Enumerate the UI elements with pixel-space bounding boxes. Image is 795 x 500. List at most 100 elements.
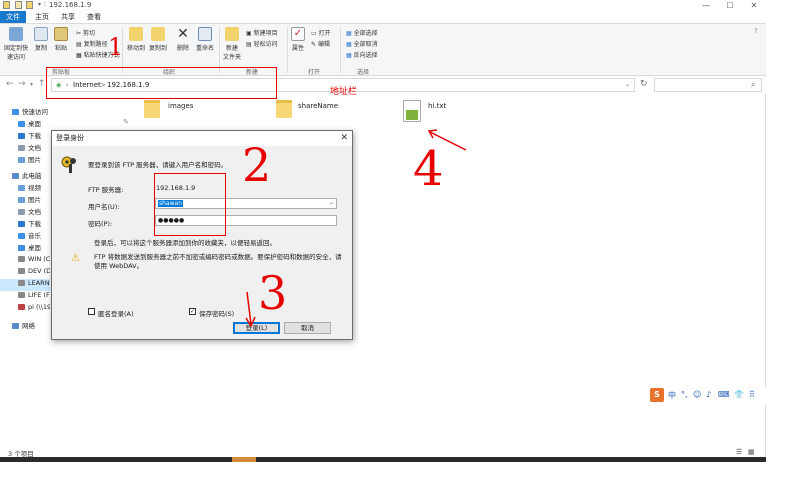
nav-item[interactable]: 此电脑: [0, 170, 50, 182]
new-folder-quick-icon[interactable]: [26, 1, 33, 9]
skin-icon[interactable]: 👕: [734, 390, 744, 399]
voice-icon[interactable]: ♪: [706, 390, 711, 399]
nav-item-label: 文档: [28, 208, 41, 216]
scissors-icon: ✂: [76, 30, 83, 37]
new-item-button[interactable]: ▣ 新建项目: [246, 28, 278, 37]
nav-item[interactable]: 图片: [0, 194, 50, 206]
tab-home[interactable]: 主页: [29, 11, 55, 23]
refresh-icon[interactable]: ↻: [640, 79, 648, 89]
copy-to-button[interactable]: 复制到: [148, 27, 168, 52]
file-item-sharename[interactable]: [276, 100, 292, 118]
properties-button[interactable]: ✓ 属性: [290, 27, 306, 52]
nav-item[interactable]: 下载: [0, 218, 50, 230]
quick-access-dropdown-icon[interactable]: ▾: [38, 1, 41, 8]
taskbar-active-item[interactable]: [232, 457, 256, 462]
address-dropdown-icon[interactable]: ⌄: [625, 81, 630, 88]
easy-access-button[interactable]: ▤ 轻松访问: [246, 39, 278, 48]
folder-icon: [276, 100, 292, 118]
warning-icon: ⚠: [71, 253, 80, 264]
edit-button[interactable]: ✎ 编辑: [311, 39, 330, 48]
copy-to-icon: [151, 27, 165, 41]
file-name: shareName: [298, 102, 339, 110]
nav-item-icon: [18, 145, 25, 151]
forward-arrow-icon[interactable]: →: [18, 79, 26, 89]
sogou-logo-icon[interactable]: S: [650, 388, 664, 402]
open-button[interactable]: ▭ 打开: [311, 28, 331, 37]
nav-item[interactable]: 音乐: [0, 230, 50, 242]
tab-share[interactable]: 共享: [55, 11, 81, 23]
nav-item-label: 桌面: [28, 120, 41, 128]
nav-item[interactable]: 文档: [0, 142, 50, 154]
move-to-icon: [129, 27, 143, 41]
ime-punctuation[interactable]: °,: [681, 390, 688, 399]
nav-item-icon: [18, 280, 25, 286]
tab-file[interactable]: 文件: [0, 11, 26, 23]
new-folder-icon: [225, 27, 239, 41]
file-item-images[interactable]: [144, 100, 160, 118]
password-label: 密码(P):: [88, 220, 113, 228]
copy-path-button[interactable]: ▤ 复制路径: [76, 39, 108, 48]
details-view-icon[interactable]: ☰: [736, 448, 742, 456]
nav-item-label: 音乐: [28, 232, 41, 240]
nav-item[interactable]: 桌面: [0, 242, 50, 254]
back-arrow-icon[interactable]: ←: [6, 79, 14, 89]
nav-item[interactable]: 文档: [0, 206, 50, 218]
nav-item-icon: [18, 197, 25, 203]
nav-item-icon: [18, 256, 25, 262]
select-none-button[interactable]: ▦ 全部取消: [346, 39, 378, 48]
open-icon: ▭: [311, 30, 319, 37]
rename-icon: [198, 27, 212, 41]
nav-item-icon: [18, 133, 25, 139]
paste-button[interactable]: 粘贴: [52, 27, 70, 52]
save-password-checkbox[interactable]: ✓: [189, 308, 196, 315]
tab-view[interactable]: 查看: [81, 11, 107, 23]
nav-item[interactable]: LIFE (F:): [0, 291, 50, 303]
large-icons-view-icon[interactable]: ▦: [748, 448, 755, 456]
invert-selection-button[interactable]: ▦ 反向选择: [346, 50, 378, 59]
keyboard-icon[interactable]: ⌨: [718, 390, 730, 399]
nav-item[interactable]: LEARN (: [0, 279, 50, 291]
ime-chinese-mode[interactable]: 中: [668, 390, 676, 401]
nav-item-icon: [18, 233, 25, 239]
move-to-button[interactable]: 移动到: [126, 27, 146, 52]
nav-item[interactable]: 桌面: [0, 118, 50, 130]
anonymous-login-checkbox[interactable]: [88, 308, 95, 315]
properties-check-icon: ✓: [291, 27, 305, 41]
new-folder-button[interactable]: 新建 文件夹: [222, 27, 242, 61]
up-arrow-icon[interactable]: ↑: [38, 79, 46, 89]
delete-button[interactable]: ✕ 删除: [174, 27, 192, 52]
nav-item[interactable]: 下载: [0, 130, 50, 142]
nav-item[interactable]: 网络: [0, 320, 50, 332]
nav-item-icon: [18, 209, 25, 215]
recent-dropdown-icon[interactable]: ▾: [30, 81, 33, 88]
emoji-icon[interactable]: ☺: [693, 390, 701, 399]
properties-quick-icon[interactable]: [15, 1, 22, 9]
select-all-button[interactable]: ▦ 全部选择: [346, 28, 378, 37]
nav-item[interactable]: WIN (C:): [0, 255, 50, 267]
pin-quick-access-button[interactable]: 固定到快 速访问: [2, 27, 30, 61]
pin-icon: [9, 27, 23, 41]
new-item-icon: ▣: [246, 30, 254, 37]
search-icon: ⌕: [751, 80, 756, 89]
cut-button[interactable]: ✂ 剪切: [76, 28, 95, 37]
rename-button[interactable]: 重命名: [194, 27, 216, 52]
nav-item-label: 图片: [28, 196, 41, 204]
nav-item[interactable]: 视频: [0, 182, 50, 194]
file-item-hi-txt[interactable]: [403, 100, 421, 122]
toolbox-icon[interactable]: ⠿: [749, 390, 755, 399]
copy-button[interactable]: 复制: [32, 27, 50, 52]
close-button[interactable]: ✕: [742, 0, 766, 11]
pin-icon[interactable]: ✎: [123, 118, 129, 126]
paste-shortcut-icon: ▦: [76, 52, 84, 59]
help-icon[interactable]: ?: [754, 27, 758, 35]
nav-item-label: 图片: [28, 156, 41, 164]
search-input[interactable]: ⌕: [654, 78, 762, 92]
keys-icon: [61, 156, 79, 174]
minimize-button[interactable]: —: [694, 0, 718, 11]
maximize-button[interactable]: ☐: [718, 0, 742, 11]
nav-item[interactable]: 快速访问: [0, 106, 50, 118]
folder-icon: [3, 1, 10, 9]
nav-item[interactable]: pi (\\192: [0, 303, 50, 315]
nav-item[interactable]: DEV (D:): [0, 267, 50, 279]
nav-item[interactable]: 图片: [0, 154, 50, 166]
